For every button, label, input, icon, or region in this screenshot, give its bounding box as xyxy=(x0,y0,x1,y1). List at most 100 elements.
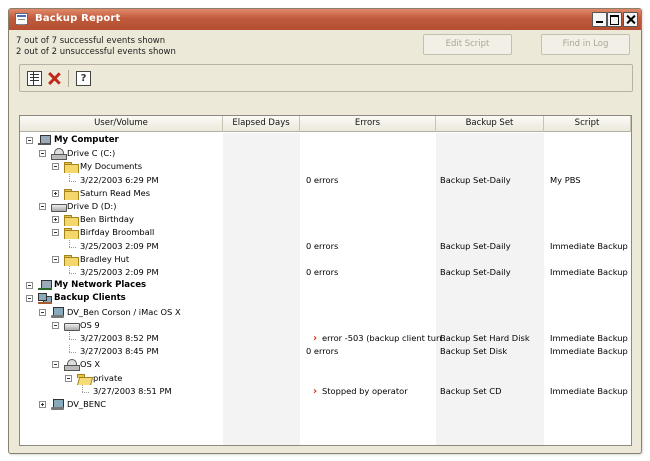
row-label: My Computer xyxy=(54,135,119,145)
close-button[interactable] xyxy=(623,12,638,27)
title-bar[interactable]: Backup Report xyxy=(9,9,641,30)
collapse-icon[interactable] xyxy=(39,203,46,210)
row-label: DV_BENC xyxy=(67,399,107,409)
client-icon xyxy=(51,399,65,410)
user-volume-cell: My Computer xyxy=(20,134,223,147)
backup-set-cell xyxy=(440,147,545,160)
help-icon[interactable]: ? xyxy=(76,71,91,86)
edit-script-button[interactable]: Edit Script xyxy=(423,34,512,55)
clients-icon xyxy=(38,293,52,305)
window-title: Backup Report xyxy=(35,13,121,24)
tree-connector xyxy=(69,246,76,248)
collapse-icon[interactable] xyxy=(65,374,72,382)
script-cell xyxy=(550,358,631,371)
collapse-icon[interactable] xyxy=(52,361,59,369)
table-row[interactable]: 3/27/2003 8:51 PM › Stopped by operator Bac… xyxy=(20,384,631,398)
toolbar-separator xyxy=(68,70,69,87)
expand-icon[interactable] xyxy=(52,216,59,224)
successful-summary: 7 out of 7 successful events shown xyxy=(16,36,166,46)
minimize-button[interactable] xyxy=(592,12,607,27)
errors-cell: › error -503 (backup client turned off) xyxy=(306,332,442,345)
errors-cell xyxy=(306,147,442,160)
errors-cell xyxy=(306,372,442,385)
script-cell: My PBS xyxy=(550,174,581,185)
backup-set-cell: Backup Set-Daily xyxy=(440,240,511,251)
expand-icon[interactable] xyxy=(39,401,46,408)
table-row[interactable]: Drive D (D:) xyxy=(20,200,631,213)
table-row[interactable]: DV_BENC xyxy=(20,398,631,411)
column-header-backup-set[interactable]: Backup Set xyxy=(436,116,544,132)
user-volume-cell: OS X xyxy=(20,358,223,372)
collapse-icon[interactable] xyxy=(26,137,33,144)
table-row[interactable]: OS X xyxy=(20,358,631,372)
table-row[interactable]: Bradley Hut xyxy=(20,253,631,266)
table-row[interactable]: 3/25/2003 2:09 PM 0 errors Backup Set-Dail… xyxy=(20,239,631,253)
table-row[interactable]: 3/22/2003 6:29 PM 0 errors Backup Set-Dail… xyxy=(20,173,631,187)
find-in-log-button[interactable]: Find in Log xyxy=(541,34,630,55)
collapse-icon[interactable] xyxy=(52,229,59,237)
errors-cell: 0 errors xyxy=(306,266,442,279)
column-header-user-volume[interactable]: User/Volume xyxy=(20,116,223,132)
network-icon xyxy=(38,280,52,291)
user-volume-cell: OS 9 xyxy=(20,319,223,332)
tree-connector xyxy=(82,384,83,392)
column-header-elapsed-days[interactable]: Elapsed Days xyxy=(223,116,300,132)
collapse-icon[interactable] xyxy=(52,255,59,263)
table-row[interactable]: Birfday Broomball xyxy=(20,226,631,240)
table-row[interactable]: Saturn Read Mes xyxy=(20,187,631,200)
script-cell: Immediate Backup xyxy=(550,333,628,343)
script-cell xyxy=(550,187,631,200)
backup-set-cell xyxy=(440,372,545,385)
script-cell: Immediate Backup xyxy=(550,240,628,251)
collapse-icon[interactable] xyxy=(26,282,33,290)
client-icon xyxy=(51,306,65,318)
unsuccessful-summary: 2 out of 2 unsuccessful events shown xyxy=(16,47,176,57)
expand-icon[interactable] xyxy=(52,189,59,197)
properties-list-icon[interactable] xyxy=(27,71,42,86)
table-row[interactable]: Backup Clients xyxy=(20,292,631,305)
column-header-script[interactable]: Script xyxy=(544,116,631,132)
tree-connector xyxy=(69,273,76,274)
column-header-errors[interactable]: Errors xyxy=(300,116,436,132)
table-row[interactable]: My Documents xyxy=(20,160,631,174)
tree-connector xyxy=(69,352,76,354)
script-cell xyxy=(550,319,631,332)
collapse-icon[interactable] xyxy=(39,150,46,158)
table-row[interactable]: Drive C (C:) xyxy=(20,147,631,161)
script-cell xyxy=(550,253,631,266)
user-volume-cell: Backup Clients xyxy=(20,292,223,305)
row-label: OS 9 xyxy=(80,319,100,330)
errors-cell: 0 errors xyxy=(306,240,442,253)
collapse-icon[interactable] xyxy=(52,163,59,171)
table-row[interactable]: 3/27/2003 8:52 PM › error -503 (backup cli… xyxy=(20,332,631,345)
script-cell xyxy=(550,200,631,213)
error-text: 0 errors xyxy=(306,240,339,251)
script-cell xyxy=(550,292,631,305)
delete-icon[interactable] xyxy=(47,71,62,86)
backup-set-cell xyxy=(440,187,545,200)
table-row[interactable]: DV_Ben Corson / iMac OS X xyxy=(20,306,631,319)
error-arrow-icon: › xyxy=(313,385,318,397)
folder-icon xyxy=(64,227,79,240)
collapse-icon[interactable] xyxy=(26,295,33,303)
table-row[interactable]: My Network Places xyxy=(20,279,631,292)
row-label: 3/27/2003 8:51 PM xyxy=(93,385,172,396)
user-volume-cell: 3/22/2003 6:29 PM xyxy=(20,173,223,187)
table-row[interactable]: OS 9 xyxy=(20,319,631,332)
backup-report-window: Backup Report 7 out of 7 successful even… xyxy=(8,8,642,454)
table-row[interactable]: 3/25/2003 2:09 PM 0 errors Backup Set-Dail… xyxy=(20,266,631,279)
tree-connector xyxy=(69,180,76,182)
table-row[interactable]: Ben Birthday xyxy=(20,213,631,227)
tree-connector xyxy=(69,239,70,247)
script-cell xyxy=(550,160,631,173)
error-text: 0 errors xyxy=(306,346,339,357)
errors-cell xyxy=(306,253,442,266)
collapse-icon[interactable] xyxy=(39,308,46,316)
errors-cell xyxy=(306,226,442,239)
table-row[interactable]: 3/27/2003 8:45 PM 0 errors Backup Set Disk… xyxy=(20,345,631,358)
script-cell: Immediate Backup xyxy=(550,346,628,357)
table-row[interactable]: private xyxy=(20,372,631,385)
table-row[interactable]: My Computer xyxy=(20,134,631,147)
collapse-icon[interactable] xyxy=(52,321,59,329)
maximize-button[interactable] xyxy=(607,12,622,27)
